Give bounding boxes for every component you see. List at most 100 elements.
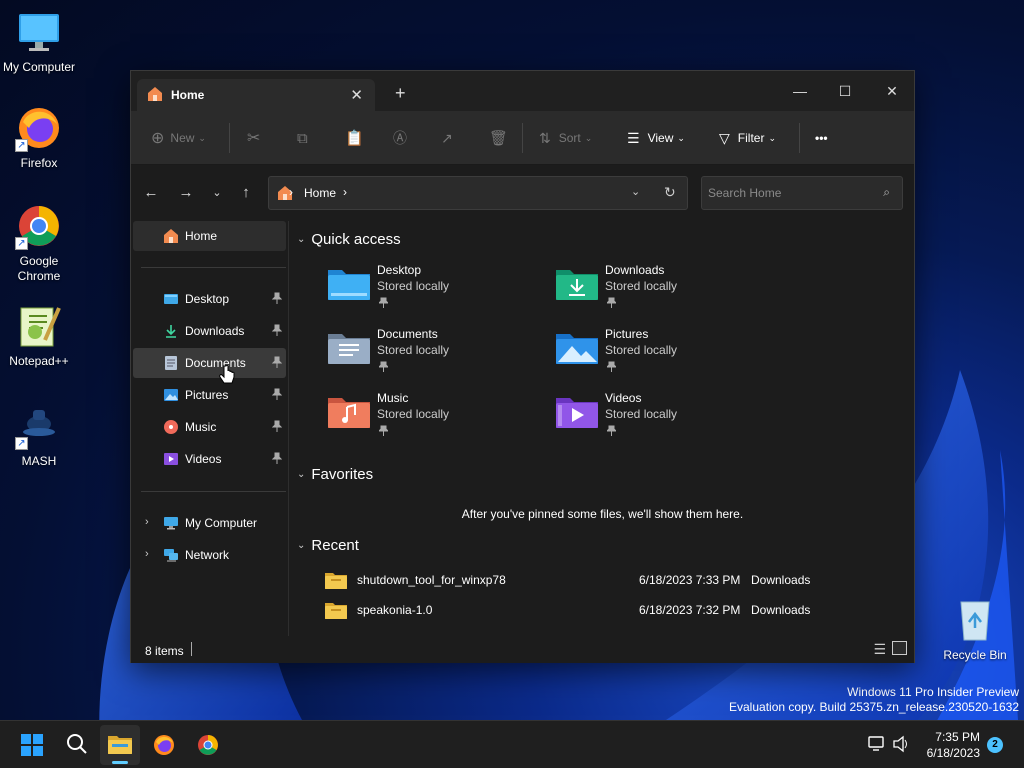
home-icon [163,228,179,244]
zip-folder-icon [325,571,347,589]
pin-icon[interactable] [271,388,283,400]
documents-folder-icon [327,329,371,365]
quick-access-pictures[interactable]: Pictures Stored locally [555,327,755,381]
minimize-button[interactable]: — [777,77,823,105]
new-button[interactable]: ⊕ New ⌄ [151,111,206,165]
sidebar-item-downloads[interactable]: Downloads [133,316,286,346]
up-button[interactable]: ↑ [234,181,258,205]
section-title: Favorites [311,466,374,483]
sort-label: Sort [558,131,581,145]
filter-button[interactable]: ▽ Filter ⌄ [719,111,776,165]
sidebar-item-network[interactable]: › Network [133,540,286,570]
cut-button[interactable]: ✂ [247,111,260,165]
search-icon[interactable]: ⌕ [883,185,890,200]
quick-access-documents[interactable]: Documents Stored locally [327,327,527,381]
section-recent[interactable]: ⌄ Recent [297,537,359,554]
quick-access-sub: Stored locally [377,279,450,293]
download-folder-icon [555,265,599,301]
status-divider [191,642,192,656]
start-button[interactable] [12,725,52,765]
recent-file-row[interactable]: speakonia-1.0 6/18/2023 7:32 PM Download… [325,599,885,621]
back-button[interactable]: ← [139,181,163,205]
recent-locations-button[interactable]: ⌄ [205,181,229,205]
chevron-down-icon: ⌄ [677,132,685,143]
sort-button[interactable]: ⇅ Sort ⌄ [539,111,592,165]
pin-icon [605,297,618,308]
volume-icon[interactable] [892,735,910,756]
details-view-icon[interactable]: ☰ [873,641,886,658]
network-icon [163,547,179,563]
quick-access-desktop[interactable]: Desktop Stored locally [327,263,527,317]
command-bar: ⊕ New ⌄ ✂ ⧉ 📋 Ⓐ ↗ 🗑 ⇅ Sort ⌄ ☰ View ⌄ ▽ … [131,111,914,165]
tiles-view-icon[interactable] [892,641,907,655]
sidebar-item-music[interactable]: Music [133,412,286,442]
trash-icon: 🗑 [489,130,509,147]
pin-icon [377,361,390,372]
pin-icon[interactable] [271,420,283,432]
quick-access-sub: Stored locally [605,407,678,421]
breadcrumb-home[interactable]: Home [304,186,336,200]
desktop-icon-mash[interactable]: ↗ MASH [0,402,78,469]
quick-access-name: Desktop [377,263,422,277]
navigation-row: ← → ⌄ ↑ › Home › ⌄ ↻ ⌕ [131,165,914,221]
search-input[interactable] [708,185,868,201]
notification-badge[interactable]: 2 [987,737,1003,753]
share-button[interactable]: ↗ [441,111,453,165]
tab-home[interactable]: Home ✕ [137,79,375,111]
pin-icon [377,297,390,308]
firefox-taskbar-button[interactable] [144,725,184,765]
firefox-icon [152,733,176,760]
desktop-folder-icon [163,291,179,307]
system-clock[interactable]: 7:35 PM 6/18/2023 [927,729,980,761]
paste-button[interactable]: 📋 [345,111,364,165]
toolbar-divider [229,123,230,153]
quick-access-videos[interactable]: Videos Stored locally [555,391,755,445]
pin-icon[interactable] [271,452,283,464]
sidebar-item-my-computer[interactable]: › My Computer [133,508,286,538]
chevron-right-icon[interactable]: › [145,548,149,560]
network-status-icon[interactable] [868,736,886,755]
chevron-right-icon[interactable]: › [145,516,149,528]
desktop-icon-google-chrome[interactable]: ↗ Google Chrome [0,202,78,284]
address-dropdown-icon[interactable]: ⌄ [631,185,640,198]
chrome-taskbar-button[interactable] [188,725,228,765]
section-quick-access[interactable]: ⌄ Quick access [297,231,401,248]
quick-access-music[interactable]: Music Stored locally [327,391,527,445]
view-button[interactable]: ☰ View ⌄ [627,111,685,165]
file-explorer-taskbar-button[interactable] [100,725,140,765]
search-box[interactable]: ⌕ [701,176,903,210]
forward-button[interactable]: → [174,181,198,205]
recent-file-row[interactable]: shutdown_tool_for_winxp78 6/18/2023 7:33… [325,569,885,591]
search-button[interactable] [56,725,96,765]
close-tab-icon[interactable]: ✕ [350,86,363,104]
rename-button[interactable]: Ⓐ [393,111,407,165]
sidebar-item-home[interactable]: Home [133,221,286,251]
sidebar-item-documents[interactable]: Documents [133,348,286,378]
sidebar-item-videos[interactable]: Videos [133,444,286,474]
refresh-icon[interactable]: ↻ [664,184,676,201]
close-window-button[interactable]: ✕ [869,77,915,105]
quick-access-sub: Stored locally [377,407,450,421]
address-bar[interactable]: › Home › ⌄ ↻ [268,176,688,210]
notepadpp-icon [15,302,63,350]
delete-button[interactable]: 🗑 [489,111,508,165]
desktop-icon-my-computer[interactable]: My Computer [0,8,78,75]
desktop-icon-recycle-bin[interactable]: Recycle Bin [936,596,1014,663]
sidebar-item-pictures[interactable]: Pictures [133,380,286,410]
quick-access-downloads[interactable]: Downloads Stored locally [555,263,755,317]
recent-file-name: shutdown_tool_for_winxp78 [357,573,506,587]
maximize-button[interactable]: ☐ [822,77,868,105]
navigation-pane: Home Desktop Downloads Documents Picture… [131,221,289,636]
desktop-icon-firefox[interactable]: ↗ Firefox [0,104,78,171]
pin-icon[interactable] [271,324,283,336]
new-tab-button[interactable]: + [395,83,406,104]
recent-file-date: 6/18/2023 7:32 PM [639,603,741,617]
sidebar-item-label: Pictures [185,388,229,402]
copy-button[interactable]: ⧉ [297,111,308,165]
pin-icon[interactable] [271,356,283,368]
section-favorites[interactable]: ⌄ Favorites [297,466,373,483]
desktop-icon-notepadpp[interactable]: Notepad++ [0,302,78,369]
sidebar-item-desktop[interactable]: Desktop [133,284,286,314]
more-options-button[interactable]: ••• [815,111,828,165]
pin-icon[interactable] [271,292,283,304]
